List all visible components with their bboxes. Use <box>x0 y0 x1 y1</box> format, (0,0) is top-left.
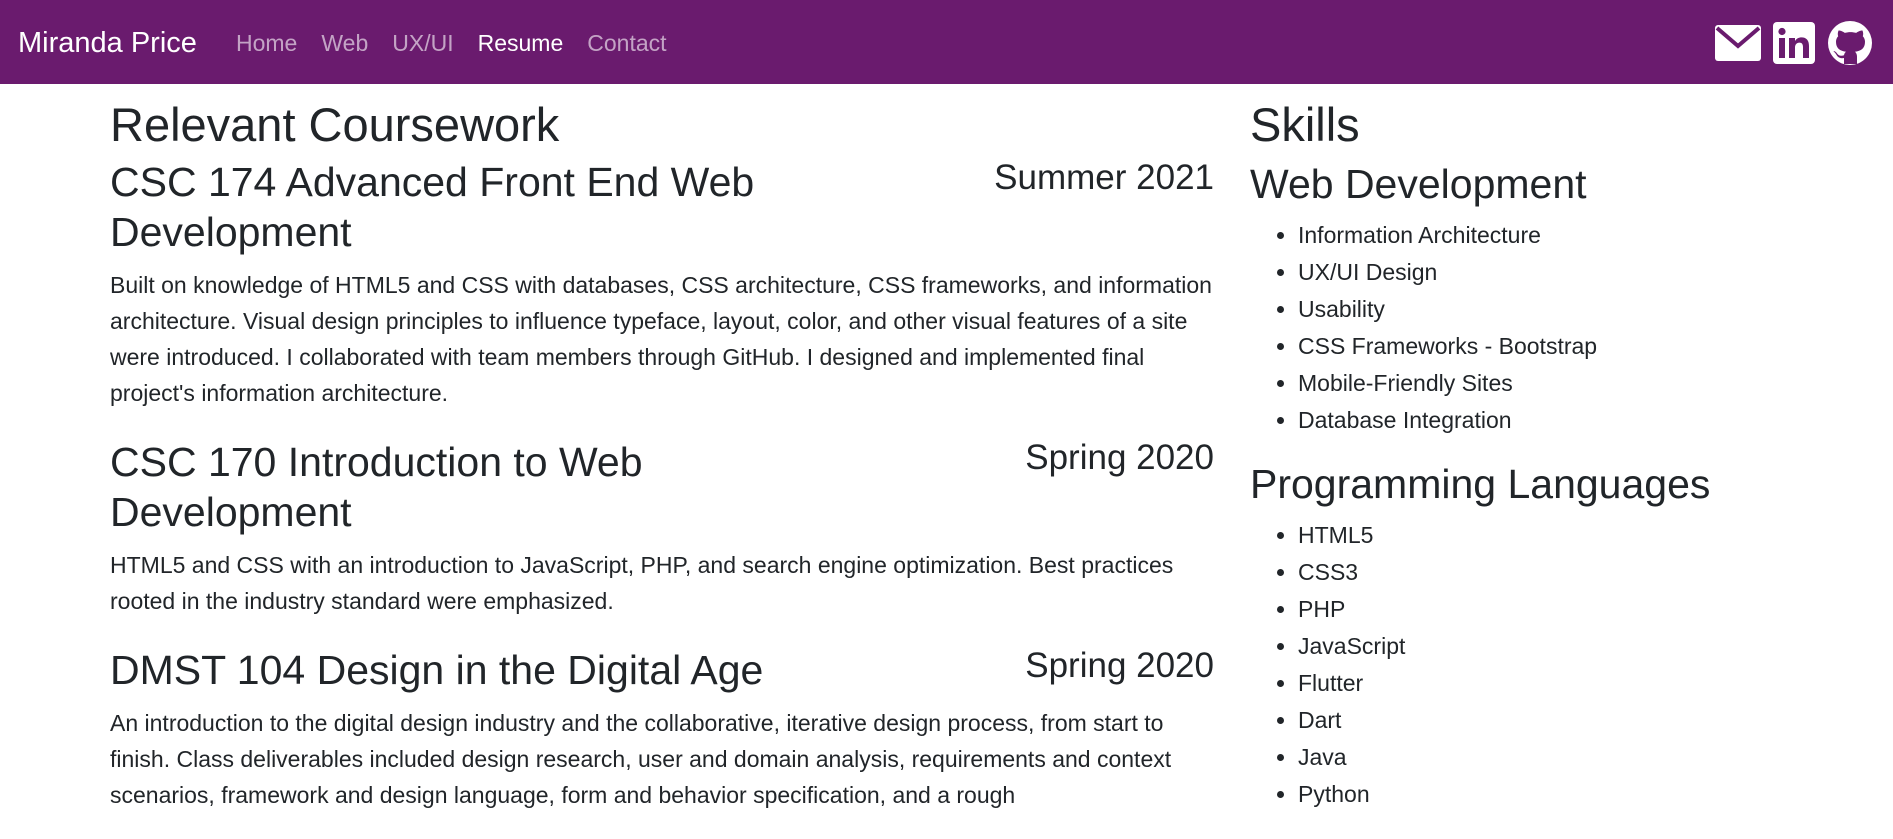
coursework-section: Relevant Coursework CSC 174 Advanced Fro… <box>110 84 1214 839</box>
course-term: Spring 2020 <box>1025 646 1214 685</box>
course-item: CSC 174 Advanced Front End Web Developme… <box>110 157 1214 411</box>
skill-item: PHP <box>1298 591 1850 628</box>
skill-item: CSS3 <box>1298 554 1850 591</box>
course-description: Built on knowledge of HTML5 and CSS with… <box>110 272 1212 406</box>
github-icon[interactable] <box>1827 20 1873 66</box>
skill-list: Information Architecture UX/UI Design Us… <box>1250 217 1850 439</box>
nav-link-contact[interactable]: Contact <box>587 27 666 59</box>
social-links <box>1715 20 1873 66</box>
nav-link-web[interactable]: Web <box>321 27 368 59</box>
skill-item: Python <box>1298 776 1850 813</box>
course-description: An introduction to the digital design in… <box>110 710 1172 808</box>
skill-group-title: Programming Languages <box>1250 461 1711 507</box>
skill-item: JavaScript <box>1298 628 1850 665</box>
skill-item: Dart <box>1298 702 1850 739</box>
course-description: HTML5 and CSS with an introduction to Ja… <box>110 552 1174 614</box>
skill-group-title: Web Development <box>1250 161 1587 207</box>
skill-item: Usability <box>1298 291 1850 328</box>
skill-item: Flutter <box>1298 665 1850 702</box>
skill-item: HTML5 <box>1298 517 1850 554</box>
course-item: CSC 170 Introduction to Web Development … <box>110 437 1214 619</box>
skill-item: CSS Frameworks - Bootstrap <box>1298 328 1850 365</box>
skill-item: UX/UI Design <box>1298 254 1850 291</box>
nav-links: Home Web UX/UI Resume Contact <box>236 27 691 59</box>
skills-heading: Skills <box>1250 98 1360 151</box>
skill-item: Information Architecture <box>1298 217 1850 254</box>
course-term: Spring 2020 <box>1025 438 1214 477</box>
brand-link[interactable]: Miranda Price <box>18 24 197 62</box>
skill-item: Mobile-Friendly Sites <box>1298 365 1850 402</box>
linkedin-icon[interactable] <box>1771 20 1817 66</box>
coursework-heading: Relevant Coursework <box>110 98 560 151</box>
skill-item: Java <box>1298 739 1850 776</box>
nav-link-home[interactable]: Home <box>236 27 297 59</box>
nav-link-ux-ui[interactable]: UX/UI <box>392 27 453 59</box>
skills-section: Skills Web Development Information Archi… <box>1250 84 1850 833</box>
course-title: CSC 170 Introduction to Web Development <box>110 439 643 535</box>
course-title: CSC 174 Advanced Front End Web Developme… <box>110 159 755 255</box>
nav-link-resume[interactable]: Resume <box>478 27 564 59</box>
mail-icon[interactable] <box>1715 20 1761 66</box>
skill-item: Database Integration <box>1298 402 1850 439</box>
top-navbar: Miranda Price Home Web UX/UI Resume Cont… <box>0 0 1893 84</box>
course-term: Summer 2021 <box>994 158 1214 197</box>
skill-list: HTML5 CSS3 PHP JavaScript Flutter Dart J… <box>1250 517 1850 813</box>
course-title: DMST 104 Design in the Digital Age <box>110 647 764 693</box>
course-item: DMST 104 Design in the Digital Age Sprin… <box>110 645 1214 813</box>
